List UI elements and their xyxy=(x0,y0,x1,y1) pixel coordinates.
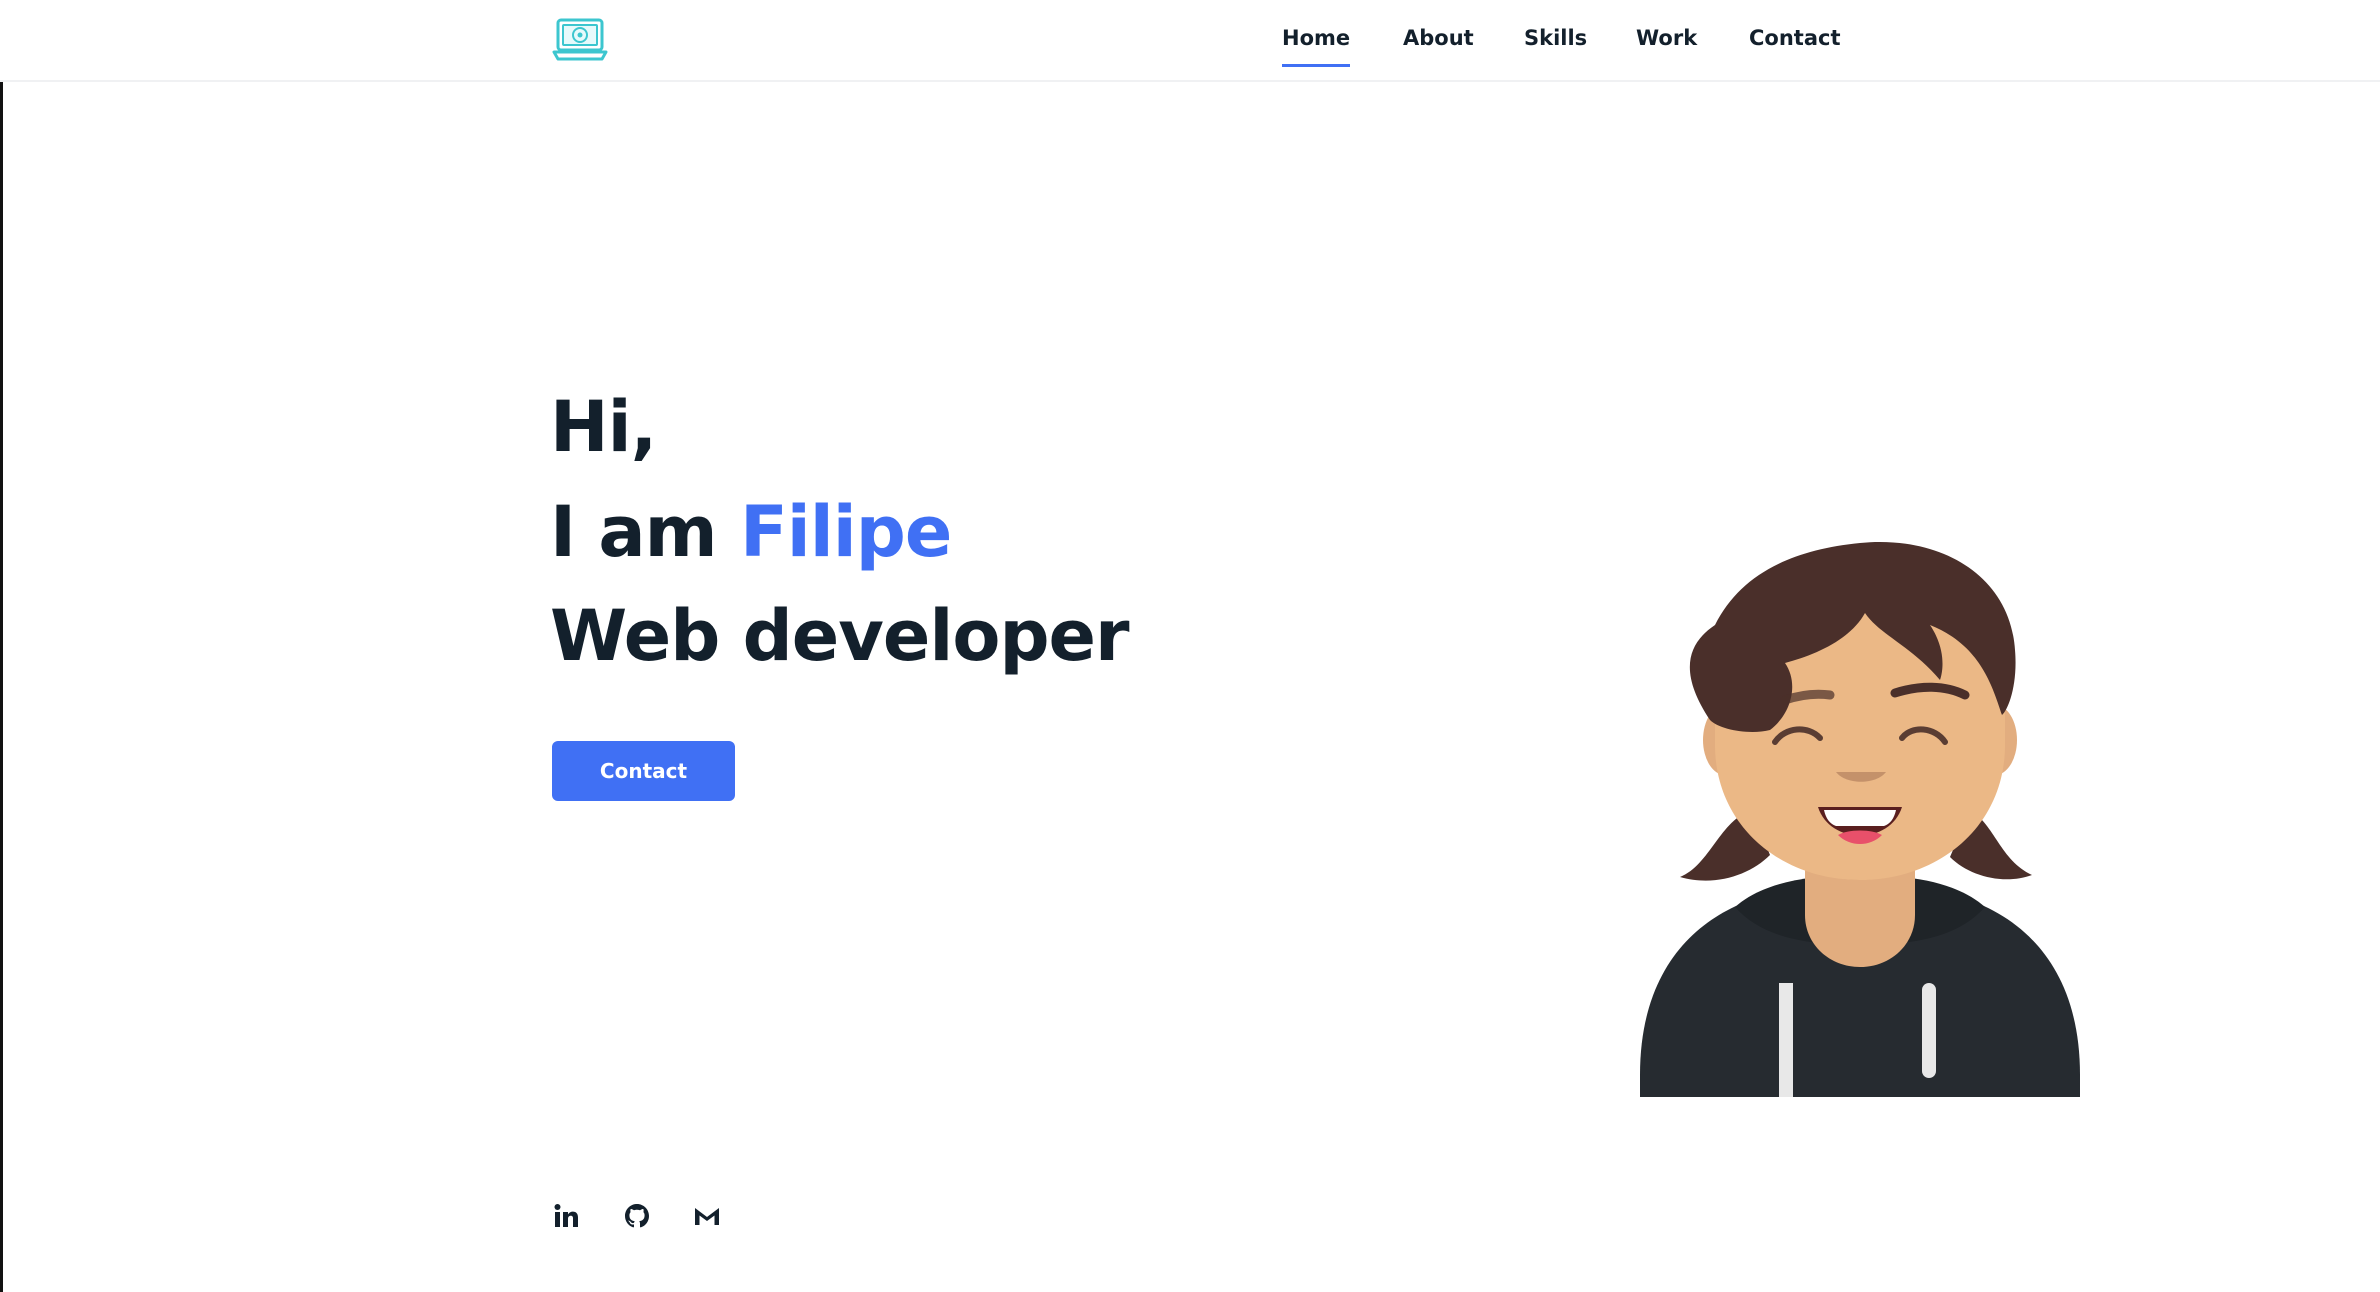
nav-about[interactable]: About xyxy=(1403,26,1474,50)
github-icon xyxy=(625,1204,649,1228)
gmail-link[interactable] xyxy=(689,1198,725,1234)
site-header: Home About Skills Work Contact xyxy=(0,0,2380,82)
window-edge xyxy=(0,0,3,1292)
nav-contact[interactable]: Contact xyxy=(1749,26,1841,50)
avatar-illustration xyxy=(1640,541,2080,1097)
linkedin-link[interactable] xyxy=(548,1198,584,1234)
hero-name: Filipe xyxy=(739,491,952,573)
gmail-icon xyxy=(695,1208,719,1225)
nav-home[interactable]: Home xyxy=(1282,26,1351,67)
hero-intro-prefix: I am xyxy=(550,491,718,573)
hero-role: Web developer xyxy=(550,595,1130,677)
nav-skills[interactable]: Skills xyxy=(1524,26,1587,50)
github-link[interactable] xyxy=(619,1198,655,1234)
contact-button[interactable]: Contact xyxy=(552,741,735,801)
laptop-logo-icon[interactable] xyxy=(552,17,608,63)
nav-work[interactable]: Work xyxy=(1636,26,1697,50)
hero-intro: I am Filipe xyxy=(550,497,952,567)
linkedin-icon xyxy=(554,1204,578,1227)
hero-greeting: Hi, xyxy=(550,386,657,468)
